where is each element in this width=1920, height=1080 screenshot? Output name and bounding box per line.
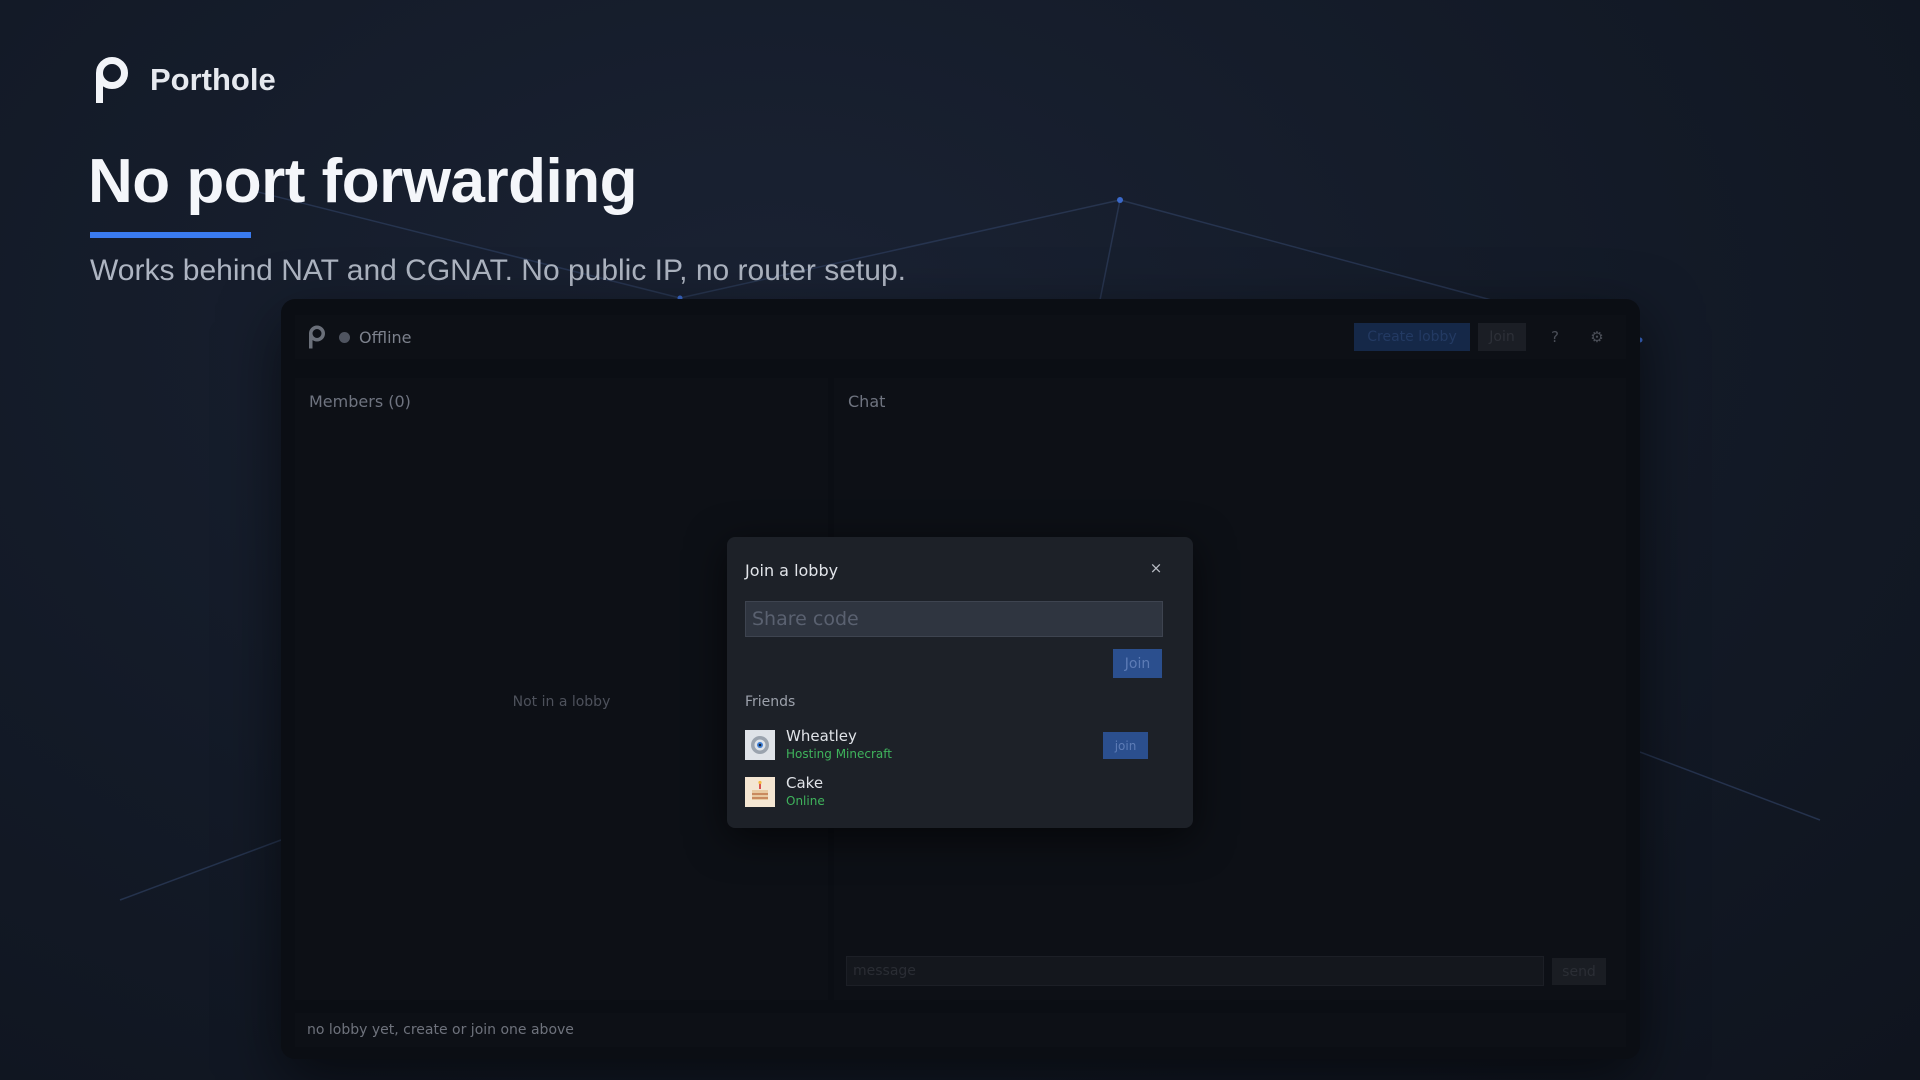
friends-label: Friends [745,694,796,710]
status-footer: no lobby yet, create or join one above [295,1013,1626,1047]
headline: No port forwarding [88,147,637,216]
avatar [745,777,775,807]
members-title: Members (0) [309,392,411,411]
stage: Porthole No port forwarding Works behind… [0,0,1920,1080]
friend-name: Cake [786,774,824,792]
friend-status: Online [786,794,825,808]
chat-title: Chat [848,392,886,411]
app-titlebar: Offline Create lobby Join ? ⚙ [295,315,1626,359]
friend-join-button[interactable]: join [1103,732,1148,759]
modal-join-button[interactable]: Join [1113,649,1162,678]
gear-icon[interactable]: ⚙ [1584,323,1610,351]
friend-name: Wheatley [786,727,857,745]
create-lobby-button[interactable]: Create lobby [1354,323,1470,351]
modal-title: Join a lobby [745,561,839,580]
toolbar: Create lobby Join ? ⚙ [1354,315,1626,359]
porthole-logo-icon [96,57,128,103]
help-icon[interactable]: ? [1542,323,1568,351]
friend-item-wheatley: Wheatley Hosting Minecraft join [745,727,1165,761]
subline: Works behind NAT and CGNAT. No public IP… [90,254,906,287]
send-button[interactable]: send [1552,958,1606,985]
brand: Porthole [92,56,276,104]
share-code-input[interactable]: Share code [745,601,1163,637]
close-icon[interactable]: × [1148,559,1164,577]
message-input[interactable]: message [846,956,1544,986]
friend-item-cake: Cake Online [745,774,1165,808]
app-logo-icon [309,325,325,349]
join-button[interactable]: Join [1478,323,1526,351]
headline-underline [90,232,251,238]
status-dot [339,331,350,343]
connection-status: Offline [359,327,412,347]
join-lobby-modal: Join a lobby × Share code Join Friends W… [727,537,1193,828]
brand-name: Porthole [150,62,276,97]
friend-status: Hosting Minecraft [786,747,892,761]
footer-text: no lobby yet, create or join one above [307,1022,574,1038]
avatar [745,730,775,760]
